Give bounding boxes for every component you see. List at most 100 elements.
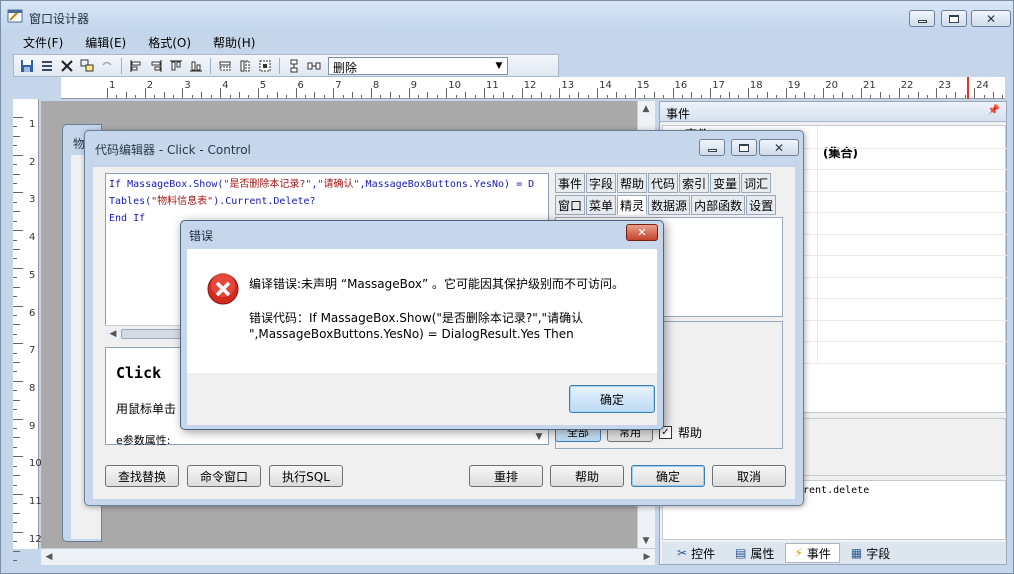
side-tab[interactable]: 字段 <box>586 173 617 193</box>
side-tab[interactable]: 事件 <box>555 173 586 193</box>
error-message: 编译错误:未声明 “MassageBox” 。它可能因其保护级别而不可访问。 <box>249 277 624 291</box>
align-right-icon[interactable] <box>148 58 164 74</box>
command-window-button[interactable]: 命令窗口 <box>187 465 261 487</box>
close-button[interactable]: ✕ <box>971 10 1011 27</box>
editor-minimize-button[interactable] <box>699 139 725 156</box>
ruler-tick <box>936 88 938 98</box>
ruler-tick <box>13 531 23 533</box>
side-tab[interactable]: 内部函数 <box>691 195 746 215</box>
scroll-left-icon[interactable]: ◀ <box>105 326 121 342</box>
ruler-tick <box>1002 95 1004 98</box>
minimize-button[interactable] <box>909 10 935 27</box>
ruler-tick <box>333 88 335 98</box>
side-tab[interactable]: 索引 <box>679 173 710 193</box>
toolbar-combo[interactable]: 删除 ▼ <box>328 56 508 75</box>
ruler-tick <box>597 88 599 98</box>
scroll-left-icon[interactable]: ◀ <box>41 549 57 565</box>
cancel-button[interactable]: 取消 <box>712 465 786 487</box>
error-icon <box>207 273 239 305</box>
ruler-tick <box>427 92 429 98</box>
ruler-number: 5 <box>29 269 36 281</box>
ruler-tick <box>13 475 20 477</box>
ruler-tick <box>842 92 844 98</box>
side-tab[interactable]: 设置 <box>746 195 777 215</box>
error-code-line-2: ",MassageBoxButtons.YesNo) = DialogResul… <box>249 327 574 341</box>
ruler-tick <box>144 88 146 98</box>
maximize-button[interactable] <box>941 10 967 27</box>
ruler-number: 23 <box>938 80 952 91</box>
undo-icon[interactable] <box>99 58 115 74</box>
ruler-tick <box>13 550 20 552</box>
ruler-tick <box>13 239 17 241</box>
chevron-down-icon[interactable]: ▼ <box>493 60 505 72</box>
tab-order-icon[interactable] <box>286 58 302 74</box>
menu-file[interactable]: 文件(F) <box>13 32 73 52</box>
fields-icon: ▦ <box>850 546 863 560</box>
side-tab[interactable]: 帮助 <box>617 173 648 193</box>
side-tab[interactable]: 代码 <box>648 173 679 193</box>
tools-icon: ✂ <box>677 546 688 560</box>
delete-icon[interactable] <box>59 58 75 74</box>
same-height-icon[interactable] <box>237 58 253 74</box>
ruler-tick <box>992 92 994 98</box>
code-string: "请确认" <box>317 179 360 190</box>
ruler-tick <box>644 95 646 98</box>
scroll-up-icon[interactable]: ▲ <box>638 101 654 117</box>
design-horizontal-scrollbar[interactable]: ◀ ▶ <box>41 548 655 565</box>
pin-icon[interactable]: 📌 <box>988 105 1000 116</box>
align-top-icon[interactable] <box>168 58 184 74</box>
error-close-button[interactable]: ✕ <box>626 224 658 241</box>
align-left-icon[interactable] <box>128 58 144 74</box>
tab-label: 事件 <box>806 546 831 561</box>
group-icon[interactable] <box>79 58 95 74</box>
ok-button[interactable]: 确定 <box>631 465 705 487</box>
ruler-tick <box>13 559 17 561</box>
tab-events[interactable]: ⚡ 事件 <box>785 543 840 563</box>
editor-close-button[interactable]: ✕ <box>759 139 799 156</box>
ruler-tick <box>361 95 363 98</box>
scroll-down-icon[interactable]: ▼ <box>638 533 654 549</box>
rearrange-button[interactable]: 重排 <box>469 465 543 487</box>
ruler-tick <box>531 95 533 98</box>
align-bottom-icon[interactable] <box>188 58 204 74</box>
ruler-tick <box>295 88 297 98</box>
tab-controls[interactable]: ✂ 控件 <box>668 543 724 563</box>
ruler-number: 15 <box>636 80 650 91</box>
side-tab[interactable]: 词汇 <box>741 173 772 193</box>
side-tab[interactable]: 窗口 <box>555 195 586 215</box>
execute-sql-button[interactable]: 执行SQL <box>269 465 343 487</box>
properties-icon[interactable] <box>39 58 55 74</box>
ruler-number: 4 <box>29 232 36 244</box>
side-tab[interactable]: 精灵 <box>617 195 648 215</box>
error-ok-button[interactable]: 确定 <box>569 385 655 413</box>
side-tab[interactable]: 变量 <box>710 173 741 193</box>
scroll-down-icon[interactable]: ▼ <box>531 429 547 445</box>
editor-maximize-button[interactable] <box>731 139 757 156</box>
ruler-number: 8 <box>29 382 36 394</box>
help-button[interactable]: 帮助 <box>550 465 624 487</box>
side-tab[interactable]: 数据源 <box>648 195 691 215</box>
menu-help[interactable]: 帮助(H) <box>203 32 265 52</box>
tab-properties[interactable]: ▤ 属性 <box>726 543 783 563</box>
spacing-icon[interactable] <box>306 58 322 74</box>
menu-edit[interactable]: 编辑(E) <box>75 32 136 52</box>
ruler-tick <box>13 277 17 279</box>
ruler-tick <box>889 95 891 98</box>
same-width-icon[interactable] <box>217 58 233 74</box>
ruler-tick <box>663 95 664 98</box>
title-bar[interactable]: 窗口设计器 ✕ <box>1 1 1013 31</box>
find-replace-button[interactable]: 查找替换 <box>105 465 179 487</box>
tab-fields[interactable]: ▦ 字段 <box>842 543 899 563</box>
close-icon: ✕ <box>985 11 997 26</box>
same-size-icon[interactable] <box>257 58 273 74</box>
ruler-tick <box>13 220 17 222</box>
ruler-number: 16 <box>674 80 688 91</box>
help-parameters: e参数属性: <box>116 434 171 447</box>
menu-format[interactable]: 格式(O) <box>138 32 201 52</box>
scroll-right-icon[interactable]: ▶ <box>639 549 655 565</box>
side-tab[interactable]: 菜单 <box>586 195 617 215</box>
ruler-number: 5 <box>259 80 267 91</box>
save-icon[interactable] <box>19 58 35 74</box>
code-keyword: End If <box>109 213 146 224</box>
ruler-tick <box>672 88 674 98</box>
